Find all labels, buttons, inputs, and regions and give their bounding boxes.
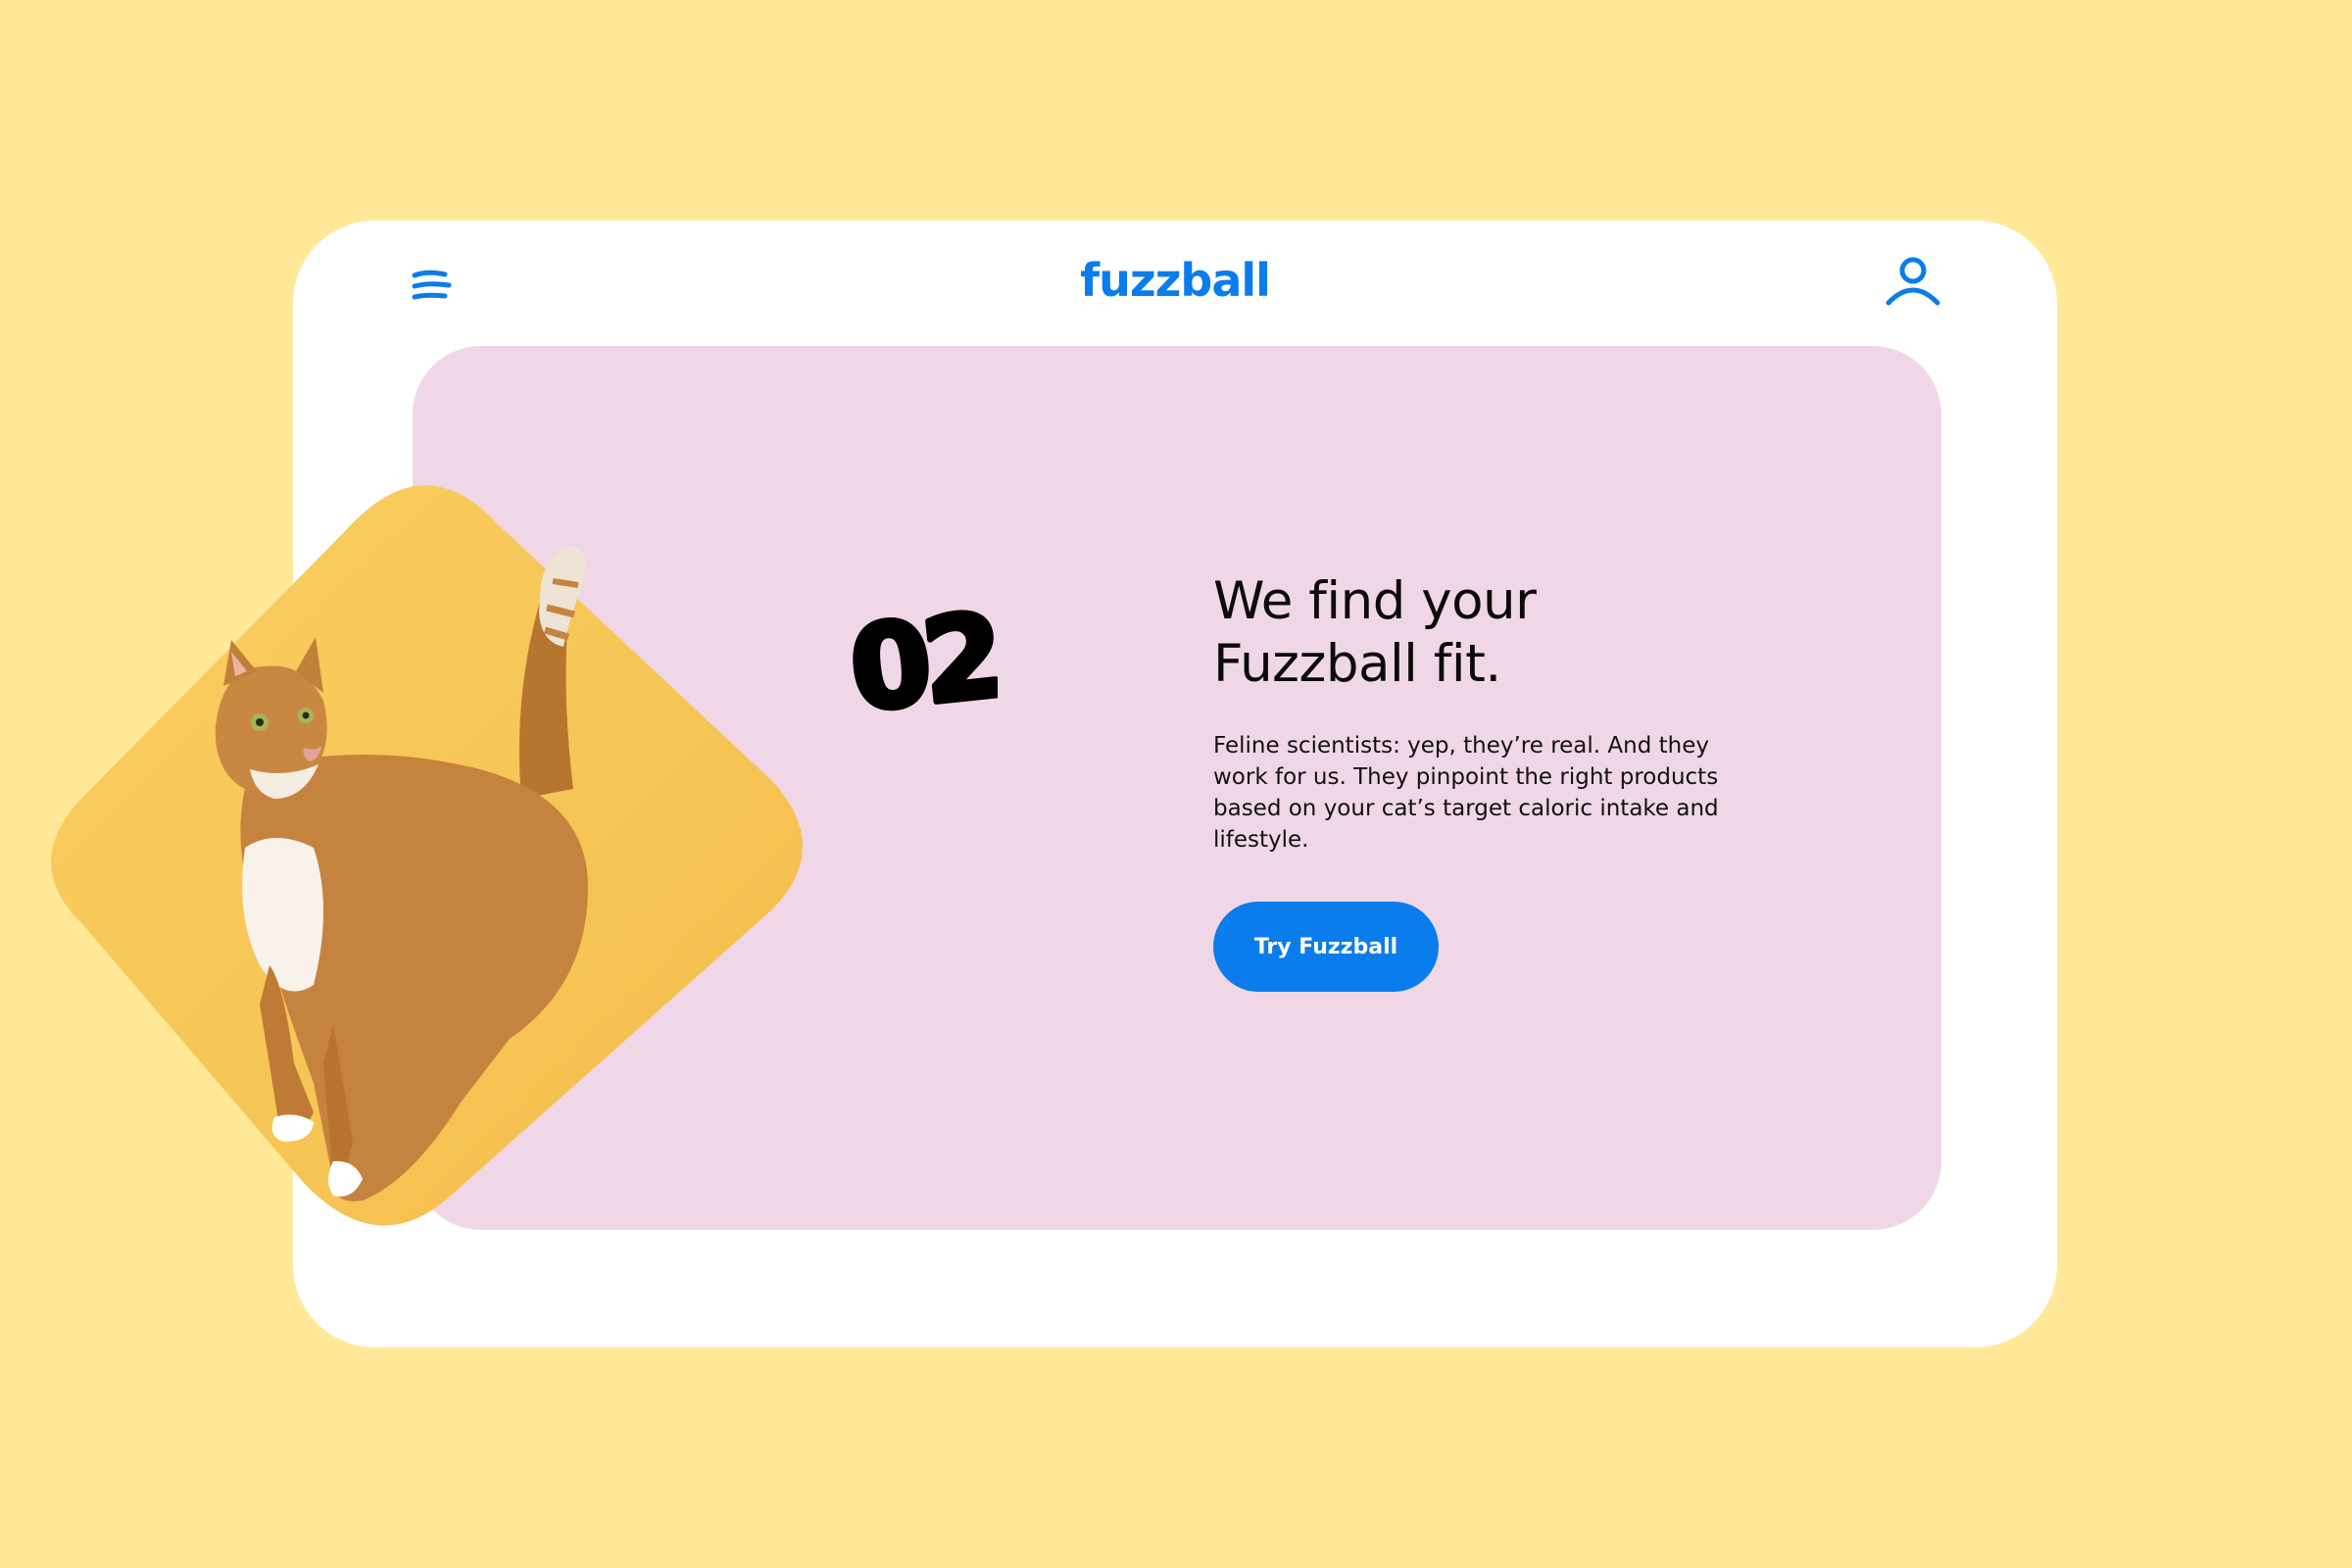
cat-photo-tile <box>50 485 803 1226</box>
headline: We find your Fuzzball fit. <box>1213 570 1723 696</box>
step-number: 02 <box>851 590 998 737</box>
headline-line-1: We find your <box>1213 571 1537 631</box>
user-icon[interactable] <box>1885 254 1941 311</box>
brand-logo[interactable]: fuzzball <box>293 254 2057 307</box>
headline-line-2: Fuzzball fit. <box>1213 634 1501 694</box>
step-number-graphic: 02 <box>851 590 998 737</box>
body-copy: Feline scientists: yep, they’re real. An… <box>1213 733 1719 853</box>
try-fuzzball-button[interactable]: Try Fuzzball <box>1213 902 1439 992</box>
